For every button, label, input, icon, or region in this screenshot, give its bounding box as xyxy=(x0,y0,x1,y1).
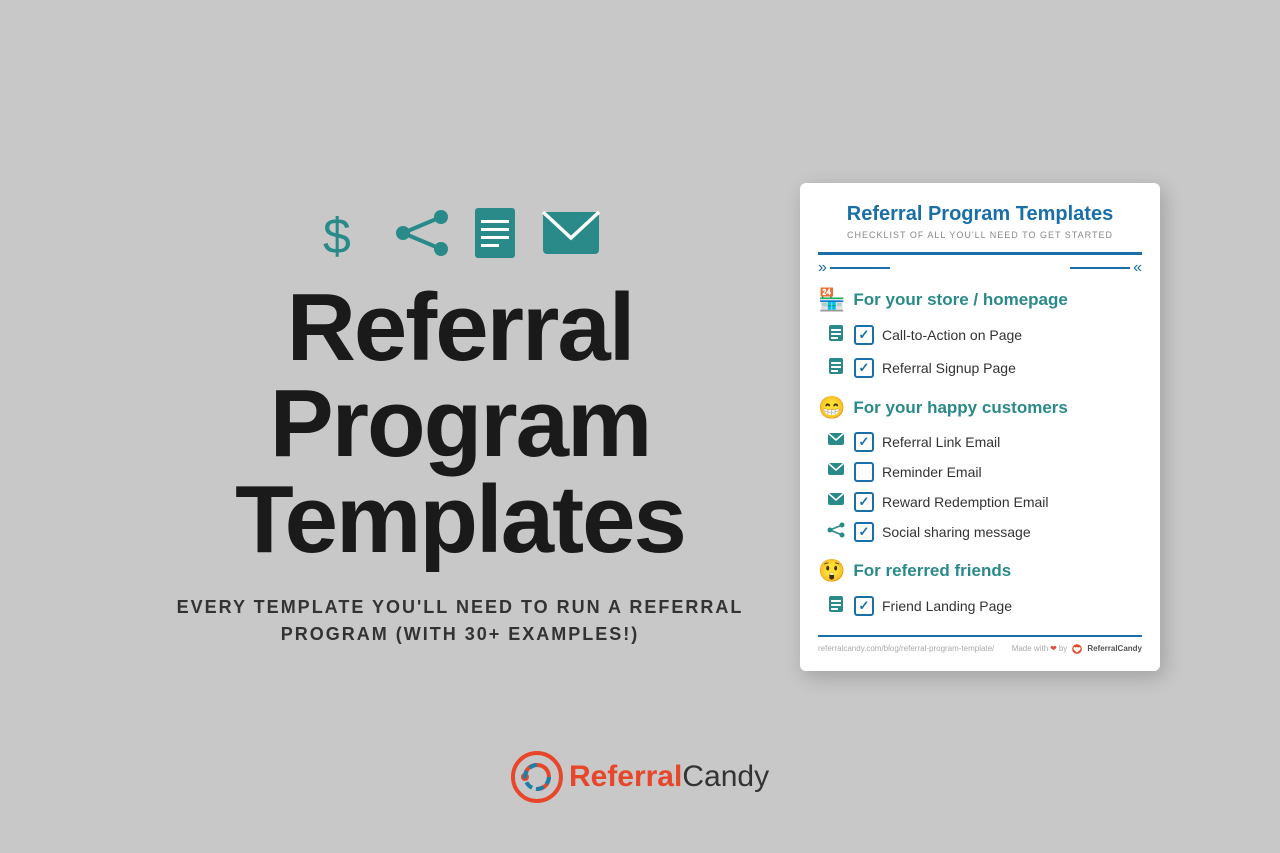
doc-icon xyxy=(826,595,846,618)
icons-row: $ xyxy=(319,206,601,260)
item-text: Social sharing message xyxy=(882,524,1031,540)
item-text: Reward Redemption Email xyxy=(882,494,1049,510)
list-item: ✓ Friend Landing Page xyxy=(818,590,1142,623)
left-section: $ xyxy=(120,186,800,668)
card-subtitle: CHECKLIST OF ALL YOU'LL NEED TO GET STAR… xyxy=(818,230,1142,240)
list-item: ✓ Call-to-Action on Page xyxy=(818,319,1142,352)
svg-text:$: $ xyxy=(323,208,351,259)
section2-label: For your happy customers xyxy=(853,398,1067,418)
section3-label: For referred friends xyxy=(853,561,1011,581)
footer-credit: Made with ❤ by ReferralCandy xyxy=(1012,643,1142,655)
item-text: Referral Signup Page xyxy=(882,360,1016,376)
dollar-icon: $ xyxy=(319,207,371,259)
email-small-icon xyxy=(826,462,846,481)
email-small-icon xyxy=(826,432,846,451)
email-small-icon xyxy=(826,492,846,511)
checkbox: ✓ xyxy=(854,325,874,345)
logo-text: ReferralCandy xyxy=(569,760,769,794)
bottom-logo: ReferralCandy xyxy=(511,751,769,803)
document-icon xyxy=(473,206,517,260)
section3-header: 😲 For referred friends xyxy=(818,558,1142,584)
checkbox: ✓ xyxy=(854,596,874,616)
checkbox: ✓ xyxy=(854,522,874,542)
list-item: Reminder Email xyxy=(818,457,1142,487)
footer-url: referralcandy.com/blog/referral-program-… xyxy=(818,644,994,653)
section2-header: 😁 For your happy customers xyxy=(818,395,1142,421)
section3-emoji: 😲 xyxy=(818,558,845,584)
checklist-card: Referral Program Templates CHECKLIST OF … xyxy=(800,183,1160,671)
share-small-icon xyxy=(826,522,846,543)
item-text: Friend Landing Page xyxy=(882,598,1012,614)
doc-icon xyxy=(826,324,846,347)
item-text: Call-to-Action on Page xyxy=(882,327,1022,343)
list-item: ✓ Social sharing message xyxy=(818,517,1142,548)
section1-header: 🏪 For your store / homepage xyxy=(818,287,1142,313)
list-item: ✓ Referral Link Email xyxy=(818,427,1142,457)
section1-emoji: 🏪 xyxy=(818,287,845,313)
checkbox: ✓ xyxy=(854,492,874,512)
section2-emoji: 😁 xyxy=(818,395,845,421)
item-text: Referral Link Email xyxy=(882,434,1000,450)
email-icon xyxy=(541,210,601,256)
main-title: Referral Program Templates xyxy=(235,280,685,568)
referralcandy-logo-icon xyxy=(511,751,563,803)
item-text: Reminder Email xyxy=(882,464,982,480)
checkbox xyxy=(854,462,874,482)
list-item: ✓ Reward Redemption Email xyxy=(818,487,1142,517)
decorative-lines: » « xyxy=(818,259,1142,277)
checkbox: ✓ xyxy=(854,432,874,452)
section1-label: For your store / homepage xyxy=(853,290,1067,310)
doc-icon xyxy=(826,357,846,380)
checkbox: ✓ xyxy=(854,358,874,378)
list-item: ✓ Referral Signup Page xyxy=(818,352,1142,385)
main-container: $ xyxy=(0,0,1280,853)
subtitle: EVERY TEMPLATE YOU'LL NEED TO RUN A REFE… xyxy=(160,594,760,648)
share-icon xyxy=(395,210,449,256)
card-title: Referral Program Templates xyxy=(818,203,1142,226)
